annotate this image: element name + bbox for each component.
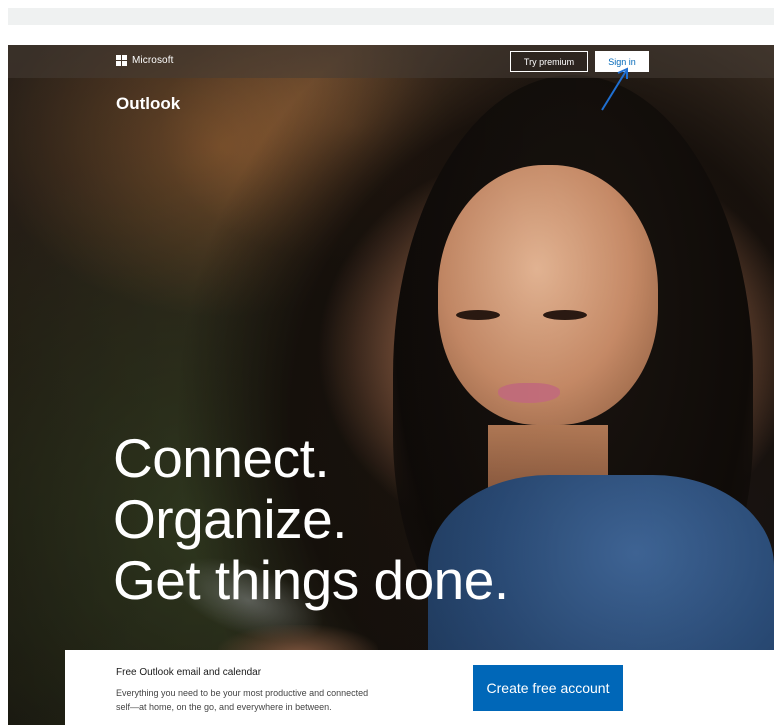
create-free-account-button[interactable]: Create free account (473, 665, 623, 711)
microsoft-grid-icon (116, 55, 127, 66)
headline-line-3: Get things done. (113, 549, 509, 611)
signup-card-body: Everything you need to be your most prod… (116, 686, 406, 714)
microsoft-logo[interactable]: Microsoft (116, 55, 173, 66)
signup-card: Free Outlook email and calendar Everythi… (65, 650, 774, 725)
signup-card-title: Free Outlook email and calendar (116, 667, 262, 678)
signup-card-body-line-1: Everything you need to be your most prod… (116, 688, 369, 698)
signup-card-body-line-2: self—at home, on the go, and everywhere … (116, 702, 332, 712)
annotation-arrow-icon (601, 67, 628, 111)
microsoft-logo-text: Microsoft (132, 55, 174, 66)
top-gray-strip (8, 8, 774, 25)
headline-line-1: Connect. (113, 427, 330, 489)
try-premium-button[interactable]: Try premium (510, 51, 588, 72)
product-title: Outlook (116, 94, 181, 113)
hero-shade-overlay (8, 45, 774, 725)
hero-headline: Connect. Organize. Get things done. (113, 428, 509, 611)
hero-section: Microsoft Try premium Sign in Outlook Co… (8, 45, 774, 725)
headline-line-2: Organize. (113, 488, 347, 550)
